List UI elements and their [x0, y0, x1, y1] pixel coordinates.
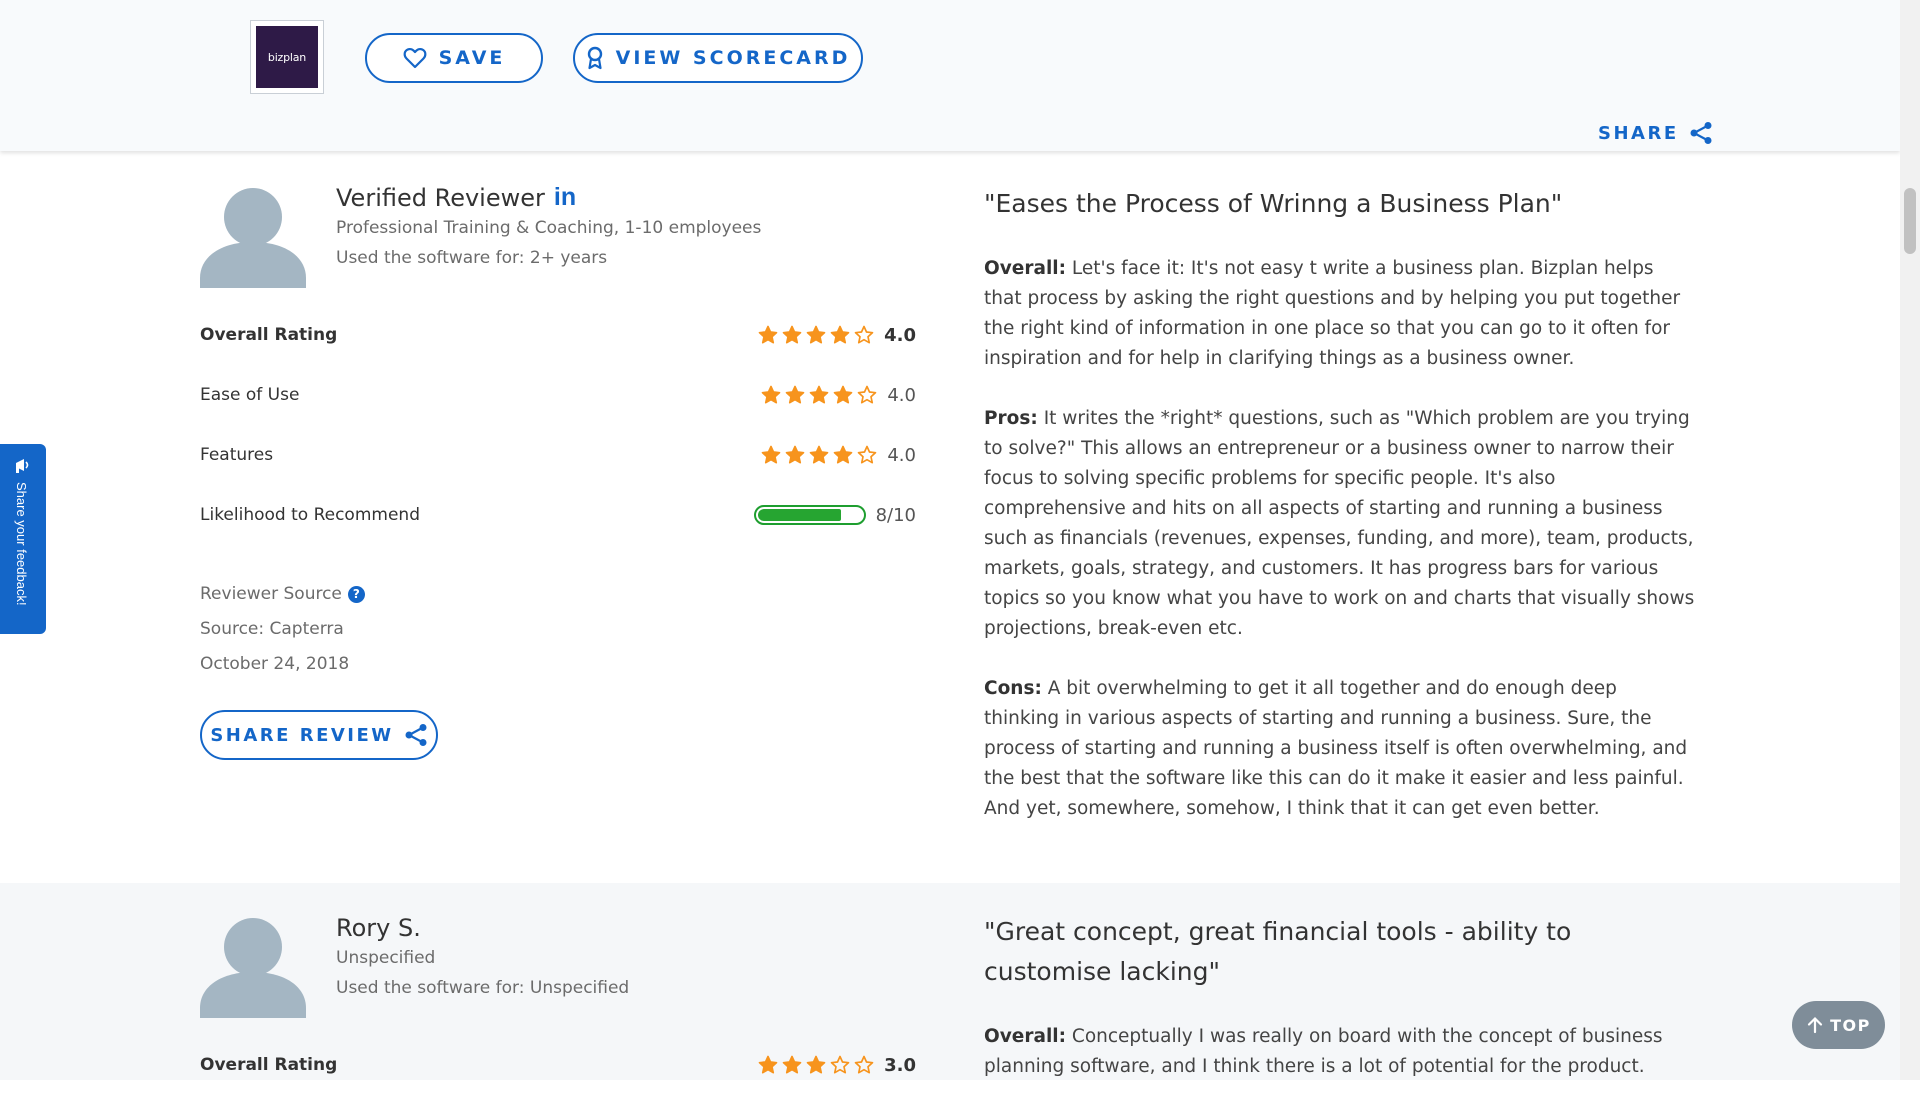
rating-row-ease-of-use: Ease of Use 4.0: [200, 380, 916, 410]
arrow-up-icon: [1808, 1016, 1823, 1034]
save-label: SAVE: [438, 47, 506, 69]
cons-label: Cons:: [984, 678, 1042, 699]
logo-text: bizplan: [256, 26, 318, 88]
scrollbar-thumb[interactable]: [1904, 188, 1916, 254]
star-icon: [830, 325, 850, 344]
star-icon: [858, 445, 877, 464]
review-body: Overall: Let's face it: It's not easy t …: [984, 254, 1696, 854]
review-source: Source: Capterra: [200, 619, 344, 639]
rating-row-recommend: Likelihood to Recommend 8/10: [200, 500, 916, 530]
rating-value: 3.0: [884, 1054, 916, 1076]
star-icon: [810, 385, 829, 404]
review-pros: Pros: It writes the *right* questions, s…: [984, 404, 1696, 644]
review-overall: Overall: Let's face it: It's not easy t …: [984, 254, 1696, 374]
save-button[interactable]: SAVE: [365, 33, 543, 83]
review-cons: Cons: A bit overwhelming to get it all t…: [984, 674, 1696, 824]
review-title: "Eases the Process of Wrinng a Business …: [984, 189, 1563, 218]
star-icon: [810, 445, 829, 464]
star-icon: [854, 325, 874, 344]
star-rating: [758, 325, 878, 345]
star-icon: [806, 325, 826, 344]
view-scorecard-label: VIEW SCORECARD: [615, 47, 851, 69]
share-icon: [405, 724, 427, 746]
overall-text: Let's face it: It's not easy t write a b…: [984, 258, 1681, 369]
share-review-button[interactable]: SHARE REVIEW: [200, 710, 438, 760]
star-rating: [761, 445, 881, 465]
star-rating: [758, 1055, 878, 1075]
review-title: "Great concept, great financial tools - …: [984, 917, 1572, 986]
star-icon: [762, 385, 781, 404]
reviewer-name: Rory S.: [336, 914, 421, 942]
review-date: October 24, 2018: [200, 654, 350, 674]
overall-text: Conceptually I was really on board with …: [984, 1026, 1663, 1077]
rating-value: 4.0: [884, 324, 916, 346]
star-icon: [782, 325, 802, 344]
share-icon: [1690, 122, 1712, 144]
review-body: Overall: Conceptually I was really on bo…: [984, 1022, 1696, 1112]
star-icon: [830, 1055, 850, 1074]
star-icon: [858, 385, 877, 404]
rating-row-overall: Overall Rating 3.0: [200, 1050, 916, 1080]
megaphone-icon: [16, 459, 29, 473]
help-icon[interactable]: ?: [347, 585, 365, 603]
share-product-link[interactable]: SHARE: [1598, 121, 1713, 145]
overall-label: Overall:: [984, 1026, 1067, 1047]
reviewer-name-text: Verified Reviewer: [336, 183, 545, 212]
recommend-bar: [753, 505, 866, 525]
rating-value: 4.0: [887, 384, 916, 406]
feedback-tab[interactable]: Share your feedback!: [0, 444, 46, 634]
pros-label: Pros:: [984, 408, 1038, 429]
award-icon: [587, 46, 602, 70]
star-icon: [762, 445, 781, 464]
star-icon: [834, 445, 853, 464]
star-icon: [758, 1055, 778, 1074]
product-logo[interactable]: bizplan: [250, 20, 324, 94]
view-scorecard-button[interactable]: VIEW SCORECARD: [573, 33, 863, 83]
star-icon: [786, 385, 805, 404]
top-label: TOP: [1830, 1015, 1871, 1035]
reviewer-company: Professional Training & Coaching, 1-10 e…: [336, 218, 762, 238]
overall-label: Overall:: [984, 258, 1067, 279]
back-to-top-button[interactable]: TOP: [1792, 1001, 1885, 1049]
share-label: SHARE: [1598, 122, 1679, 144]
rating-row-features: Features 4.0: [200, 440, 916, 470]
rating-label: Likelihood to Recommend: [200, 505, 420, 525]
rating-label: Overall Rating: [200, 325, 338, 345]
recommend-bar-fill: [757, 509, 841, 521]
star-rating: [761, 385, 881, 405]
reviewer-usage: Used the software for: 2+ years: [336, 248, 608, 268]
star-icon: [786, 445, 805, 464]
cons-text: A bit overwhelming to get it all togethe…: [984, 678, 1688, 819]
reviewer-company: Unspecified: [336, 948, 436, 968]
recommend-value: 8/10: [875, 504, 916, 526]
rating-label: Features: [200, 445, 274, 465]
star-icon: [782, 1055, 802, 1074]
page-scrollbar[interactable]: [1900, 0, 1920, 1080]
star-icon: [834, 385, 853, 404]
share-review-label: SHARE REVIEW: [210, 724, 394, 746]
reviewer-source-text: Reviewer Source: [200, 584, 342, 604]
heart-icon: [403, 47, 427, 69]
rating-row-overall: Overall Rating 4.0: [200, 320, 916, 350]
avatar-icon: [200, 918, 306, 1018]
star-icon: [758, 325, 778, 344]
star-icon: [854, 1055, 874, 1074]
pros-text: It writes the *right* questions, such as…: [984, 408, 1695, 639]
star-icon: [806, 1055, 826, 1074]
review-overall: Overall: Conceptually I was really on bo…: [984, 1022, 1696, 1082]
linkedin-icon[interactable]: in: [554, 183, 576, 212]
reviewer-name: Verified Reviewer in: [336, 183, 576, 212]
reviewer-source-label: Reviewer Source ?: [200, 584, 365, 604]
reviewer-name-text: Rory S.: [336, 914, 421, 942]
sticky-header: bizplan SAVE VIEW SCORECARD SHARE: [0, 0, 1900, 151]
reviewer-usage: Used the software for: Unspecified: [336, 978, 630, 998]
avatar-icon: [200, 188, 306, 288]
rating-value: 4.0: [887, 444, 916, 466]
rating-label: Overall Rating: [200, 1055, 338, 1075]
review-card: Rory S. Unspecified Used the software fo…: [0, 883, 1900, 1080]
review-card: Verified Reviewer in Professional Traini…: [0, 151, 1900, 883]
feedback-tab-label: Share your feedback!: [14, 482, 29, 606]
rating-label: Ease of Use: [200, 385, 300, 405]
